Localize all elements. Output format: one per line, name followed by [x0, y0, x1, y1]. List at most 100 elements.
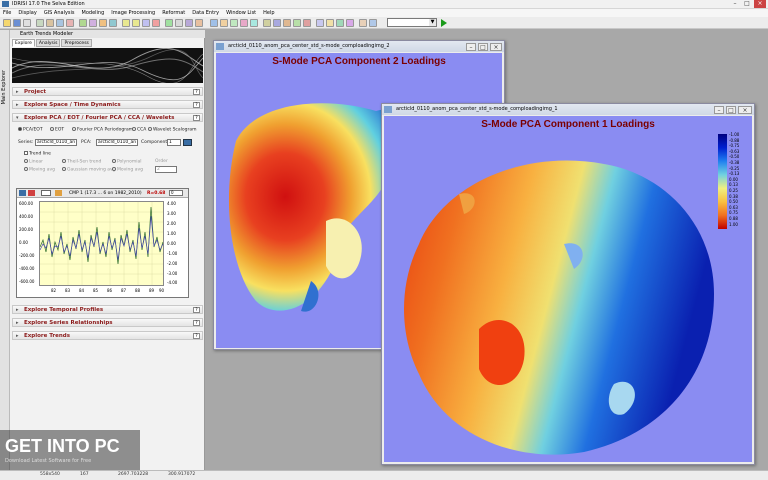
layer-icon[interactable]: [56, 19, 64, 27]
help-icon[interactable]: ?: [193, 333, 200, 339]
chart-type-icon[interactable]: [41, 190, 51, 196]
radio-eot[interactable]: EOT: [50, 127, 64, 133]
tool-icon-12[interactable]: [326, 19, 334, 27]
section-pca[interactable]: ▾ Explore PCA / EOT / Fourier PCA / CCA …: [12, 113, 203, 122]
x-tick: 88: [135, 288, 141, 293]
tool-icon-5[interactable]: [250, 19, 258, 27]
tab-preprocess[interactable]: Preprocess: [61, 39, 92, 47]
zoom-out-icon[interactable]: [132, 19, 140, 27]
tool-icon-13[interactable]: [336, 19, 344, 27]
tool-icon-16[interactable]: [369, 19, 377, 27]
radio-cca[interactable]: CCA: [132, 127, 146, 133]
minimize-icon[interactable]: –: [466, 43, 476, 51]
trend-linear[interactable]: Linear: [24, 159, 43, 165]
save-icon[interactable]: [13, 19, 21, 27]
tool-icon-3[interactable]: [230, 19, 238, 27]
help-icon[interactable]: ?: [193, 307, 200, 313]
trend-moving-avg[interactable]: Moving avg: [24, 167, 55, 173]
open-folder-icon[interactable]: [3, 19, 11, 27]
order-select[interactable]: 2: [155, 166, 177, 173]
digitize-icon[interactable]: [79, 19, 87, 27]
tab-analysis[interactable]: Analysis: [35, 39, 61, 47]
pca-select[interactable]: arcticld_0110_an: [96, 139, 138, 146]
zoom-in-icon[interactable]: [122, 19, 130, 27]
tool-icon-1[interactable]: [210, 19, 218, 27]
trend-line-checkbox[interactable]: Trend line: [24, 151, 51, 157]
left-tick: 400.00: [19, 214, 33, 219]
menu-window-list[interactable]: Window List: [226, 10, 256, 16]
section-series-relationships[interactable]: ▸ Explore Series Relationships ?: [12, 318, 203, 327]
radio-wavelet[interactable]: Wavelet Scalogram: [148, 127, 197, 133]
help-icon[interactable]: ?: [193, 89, 200, 95]
tool-icon-7[interactable]: [273, 19, 281, 27]
menu-image-processing[interactable]: Image Processing: [111, 10, 155, 16]
menu-file[interactable]: File: [3, 10, 11, 16]
section-trends[interactable]: ▸ Explore Trends ?: [12, 331, 203, 340]
maximize-icon[interactable]: □: [742, 0, 752, 8]
tool-icon-9[interactable]: [293, 19, 301, 27]
query-icon[interactable]: [89, 19, 97, 27]
trend-theil-sen[interactable]: Theil-Sen trend: [62, 159, 101, 165]
menu-reformat[interactable]: Reformat: [162, 10, 185, 16]
tool-icon-11[interactable]: [316, 19, 324, 27]
menu-display[interactable]: Display: [18, 10, 36, 16]
help-icon[interactable]: ?: [193, 320, 200, 326]
tool-icon-2[interactable]: [220, 19, 228, 27]
macro-icon[interactable]: [165, 19, 173, 27]
side-tab-main-explorer[interactable]: Main Explorer: [1, 70, 7, 104]
menu-modeling[interactable]: Modeling: [82, 10, 105, 16]
macro-selector[interactable]: ▼: [387, 18, 437, 27]
pan-icon[interactable]: [142, 19, 150, 27]
legend-tick: 1.00: [729, 221, 738, 227]
feature-properties-icon[interactable]: [109, 19, 117, 27]
help-icon[interactable]: ?: [193, 115, 200, 121]
display-launcher-icon[interactable]: [36, 19, 44, 27]
menu-help[interactable]: Help: [263, 10, 274, 16]
measure-icon[interactable]: [99, 19, 107, 27]
tool-icon-8[interactable]: [283, 19, 291, 27]
menu-gis-analysis[interactable]: GIS Analysis: [44, 10, 75, 16]
tool-icon-6[interactable]: [263, 19, 271, 27]
tool-icon-4[interactable]: [240, 19, 248, 27]
run-icon[interactable]: [441, 19, 447, 27]
tool-icon-10[interactable]: [303, 19, 311, 27]
chevron-down-icon[interactable]: ▼: [429, 19, 436, 26]
display-button-icon[interactable]: [183, 139, 192, 146]
zoom-icon[interactable]: [55, 190, 62, 196]
trend-moving-avg-2[interactable]: Moving avg: [112, 167, 143, 173]
legend-icon[interactable]: [66, 19, 74, 27]
radio-pca-eot[interactable]: PCA/EOT: [18, 127, 43, 133]
section-temporal-profiles[interactable]: ▸ Explore Temporal Profiles ?: [12, 305, 203, 314]
image-calculator-icon[interactable]: [185, 19, 193, 27]
right-tick: 2.00: [167, 221, 176, 226]
map-window-component-1[interactable]: arcticld_0110_anom_pca_center_std_s-mode…: [381, 103, 755, 465]
save-icon[interactable]: [19, 190, 26, 196]
section-project[interactable]: ▸ Project ?: [12, 87, 203, 96]
export-icon[interactable]: [28, 190, 35, 196]
series-select[interactable]: arcticld_0110_an: [35, 139, 77, 146]
composer-icon[interactable]: [46, 19, 54, 27]
radio-fourier-pca[interactable]: Fourier PCA Periodogram: [72, 127, 133, 133]
close-icon[interactable]: ×: [738, 106, 752, 114]
help-icon[interactable]: ?: [193, 102, 200, 108]
database-workshop-icon[interactable]: [175, 19, 183, 27]
minimize-icon[interactable]: –: [714, 106, 724, 114]
section-space-time[interactable]: ▸ Explore Space / Time Dynamics ?: [12, 100, 203, 109]
trend-polynomial[interactable]: Polynomial: [112, 159, 141, 165]
close-icon[interactable]: ×: [754, 0, 766, 8]
reclass-icon[interactable]: [195, 19, 203, 27]
minimize-icon[interactable]: –: [730, 0, 740, 8]
component-select[interactable]: 1: [167, 139, 181, 146]
spin-input[interactable]: 0: [169, 190, 183, 196]
print-icon[interactable]: [23, 19, 31, 27]
trend-gaussian[interactable]: Gaussian moving avg: [62, 167, 116, 173]
menu-data-entry[interactable]: Data Entry: [192, 10, 219, 16]
tool-icon-14[interactable]: [346, 19, 354, 27]
close-icon[interactable]: ×: [490, 43, 502, 51]
maximize-icon[interactable]: □: [478, 43, 488, 51]
tab-explore[interactable]: Explore: [12, 39, 35, 47]
refresh-icon[interactable]: [152, 19, 160, 27]
map-canvas[interactable]: S-Mode PCA Component 1 Loadings -1.00 -0…: [384, 116, 752, 462]
maximize-icon[interactable]: □: [726, 106, 736, 114]
tool-icon-15[interactable]: [359, 19, 367, 27]
